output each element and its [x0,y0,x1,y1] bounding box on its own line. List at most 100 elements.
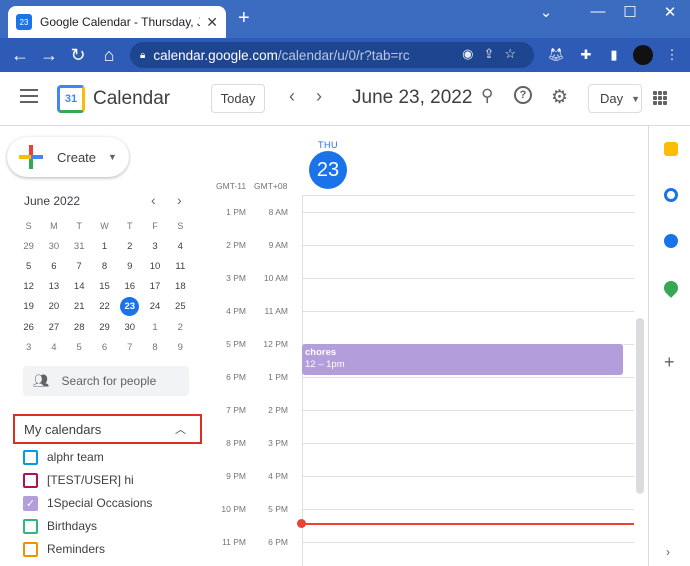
mini-weekday-label: F [152,221,158,232]
mini-day[interactable]: 4 [168,241,193,252]
home-button[interactable]: ⌂ [94,45,124,66]
mini-day[interactable]: 29 [16,241,41,252]
chevron-up-icon[interactable]: ︿ [175,421,186,437]
checkbox-icon[interactable] [23,541,38,557]
tab-close-icon[interactable]: ✕ [206,14,218,31]
calendar-item[interactable]: alphr team [23,449,104,465]
mini-day[interactable]: 18 [168,281,193,292]
today-button[interactable]: Today [211,84,265,113]
search-icon[interactable]: ⚲ [481,86,493,106]
mini-day[interactable]: 16 [117,281,142,292]
extensions-puzzle-icon[interactable]: ✚ [576,45,596,65]
tab-search-chevron-icon[interactable]: ⌄ [531,3,561,21]
my-calendars-header[interactable]: My calendars ︿ [13,414,202,444]
mini-day[interactable]: 7 [67,261,92,272]
next-day-icon[interactable]: › [316,86,322,107]
mini-day[interactable]: 9 [117,261,142,272]
checkbox-icon[interactable] [23,472,38,488]
mini-day[interactable]: 14 [67,281,92,292]
mini-day[interactable]: 13 [41,281,66,292]
expand-panel-icon[interactable]: › [666,545,670,559]
mini-day[interactable]: 27 [41,322,66,333]
mini-day[interactable]: 8 [142,342,167,353]
mini-day[interactable]: 25 [168,301,193,312]
previous-day-icon[interactable]: ‹ [289,86,295,107]
checkbox-checked-icon[interactable]: ✓ [23,495,38,511]
mini-day[interactable]: 20 [41,301,66,312]
mini-day[interactable]: 4 [41,342,66,353]
contacts-icon[interactable] [664,234,678,248]
mini-day[interactable]: 7 [117,342,142,353]
mini-day[interactable]: 26 [16,322,41,333]
mini-day[interactable]: 19 [16,301,41,312]
main-menu-icon[interactable] [20,89,38,103]
mini-day[interactable]: 5 [16,261,41,272]
mini-day[interactable]: 15 [92,281,117,292]
metamask-extension-icon[interactable]: 🦊︎ [546,45,566,65]
address-actions-icons[interactable]: ◉⇪☆ [462,46,526,62]
calendar-item[interactable]: ✓ 1Special Occasions [23,495,152,511]
mini-day[interactable]: 3 [142,241,167,252]
calendar-item[interactable]: Reminders [23,541,105,557]
mini-day[interactable]: 5 [67,342,92,353]
mini-day[interactable]: 10 [142,261,167,272]
mini-day-number: 18 [175,281,186,293]
mini-day[interactable]: 29 [92,322,117,333]
address-bar[interactable]: 🔒︎ calendar.google.com/calendar/u/0/r?ta… [130,42,534,68]
browser-tab[interactable]: 23 Google Calendar - Thursday, June ✕ [8,6,226,38]
checkbox-icon[interactable] [23,518,38,534]
forward-button[interactable]: → [34,45,64,66]
browser-menu-icon[interactable]: ⋮ [662,45,682,65]
mini-day[interactable]: 17 [142,281,167,292]
calendar-item[interactable]: Birthdays [23,518,97,534]
back-button[interactable]: ← [5,45,35,66]
minimize-button[interactable]: — [583,3,613,20]
side-panel-icon[interactable]: ▮ [604,45,624,65]
get-add-ons-icon[interactable]: + [664,352,675,373]
mini-day[interactable]: 1 [92,241,117,252]
search-people-input[interactable]: 👥︎ Search for people [23,366,189,396]
tasks-icon[interactable] [664,188,678,202]
mini-day[interactable]: 21 [67,301,92,312]
mini-day[interactable]: 3 [16,342,41,353]
settings-gear-icon[interactable]: ⚙ [551,86,568,109]
mini-day[interactable]: 2 [168,322,193,333]
mini-day[interactable]: 30 [41,241,66,252]
view-selector[interactable]: Day ▼ [588,84,642,113]
mini-day[interactable]: 8 [92,261,117,272]
mini-next-month-icon[interactable]: › [177,192,182,208]
new-tab-button[interactable]: + [238,8,250,28]
hour-line [302,476,634,477]
window-close-button[interactable]: ✕ [655,3,685,21]
calendar-name: 1Special Occasions [47,496,153,510]
mini-day-selected[interactable]: 23 [117,297,142,317]
people-icon: 👥︎ [33,373,50,388]
hour-line [302,443,634,444]
help-icon[interactable]: ? [514,86,532,104]
event-chores[interactable]: chores 12 – 1pm [302,344,623,375]
mini-day[interactable]: 30 [117,322,142,333]
reload-button[interactable]: ↻ [63,45,93,66]
time-label-secondary: 4 PM [268,471,288,481]
mini-day[interactable]: 24 [142,301,167,312]
keep-icon[interactable] [664,142,678,156]
profile-avatar-icon[interactable] [633,45,653,65]
calendar-item[interactable]: [TEST/USER] hi [23,472,134,488]
mini-day[interactable]: 1 [142,322,167,333]
maximize-button[interactable]: ☐ [615,3,645,21]
scrollbar[interactable] [636,318,644,494]
mini-prev-month-icon[interactable]: ‹ [151,192,156,208]
google-apps-icon[interactable] [653,91,667,105]
mini-day[interactable]: 31 [67,241,92,252]
create-button[interactable]: Create ▼ [7,137,129,177]
mini-day[interactable]: 11 [168,261,193,272]
mini-day[interactable]: 6 [92,342,117,353]
mini-day[interactable]: 22 [92,301,117,312]
mini-day[interactable]: 9 [168,342,193,353]
day-number[interactable]: 23 [309,151,347,189]
mini-day[interactable]: 6 [41,261,66,272]
mini-day[interactable]: 28 [67,322,92,333]
mini-day[interactable]: 2 [117,241,142,252]
checkbox-icon[interactable] [23,449,38,465]
mini-day[interactable]: 12 [16,281,41,292]
